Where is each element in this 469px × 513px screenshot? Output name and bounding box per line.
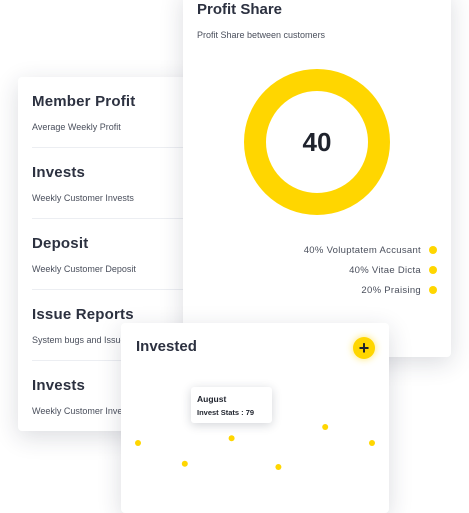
legend-label: 40% Voluptatem Accusant <box>303 244 421 256</box>
tooltip-value: Invest Stats : 79 <box>197 408 255 417</box>
stat-title: Invests <box>32 164 86 181</box>
stat-subtitle: Weekly Customer Invests <box>32 406 134 416</box>
legend-label: 40% Vitae Dicta <box>349 264 421 276</box>
stat-title: Deposit <box>32 235 89 252</box>
stat-subtitle: Weekly Customer Invests <box>32 193 134 203</box>
donut-center-value: 40 <box>302 127 332 157</box>
legend-label: 20% Praising <box>361 284 421 296</box>
stat-subtitle: System bugs and Issues <box>32 335 131 345</box>
legend-item: 40% Vitae Dicta <box>349 263 437 277</box>
legend-dot <box>429 286 437 294</box>
stat-title: Invests <box>32 377 86 394</box>
legend-dot <box>429 266 437 274</box>
scatter-point[interactable] <box>369 440 375 446</box>
stat-subtitle: Weekly Customer Deposit <box>32 264 136 274</box>
scatter-point[interactable] <box>322 424 329 430</box>
legend-item: 40% Voluptatem Accusant <box>304 243 437 257</box>
stat-title: Member Profit <box>32 93 136 110</box>
card-title: Profit Share <box>197 1 283 18</box>
stat-subtitle: Average Weekly Profit <box>32 122 121 132</box>
stat-title: Issue Reports <box>32 306 134 323</box>
chart-tooltip: August Invest Stats : 79 <box>191 387 272 423</box>
scatter-point[interactable] <box>228 435 235 442</box>
card-subtitle: Profit Share between customers <box>197 30 326 40</box>
scatter-point[interactable] <box>181 460 188 467</box>
legend-item: 20% Praising <box>361 283 437 297</box>
scatter-point[interactable] <box>275 464 282 470</box>
scatter-point[interactable] <box>135 440 141 446</box>
legend-dot <box>429 246 437 254</box>
tooltip-title: August <box>197 394 227 404</box>
profit-share-card: Profit Share Profit Share between custom… <box>183 0 451 357</box>
invested-card: Invested + August Invest Stats : 79 <box>121 323 389 513</box>
